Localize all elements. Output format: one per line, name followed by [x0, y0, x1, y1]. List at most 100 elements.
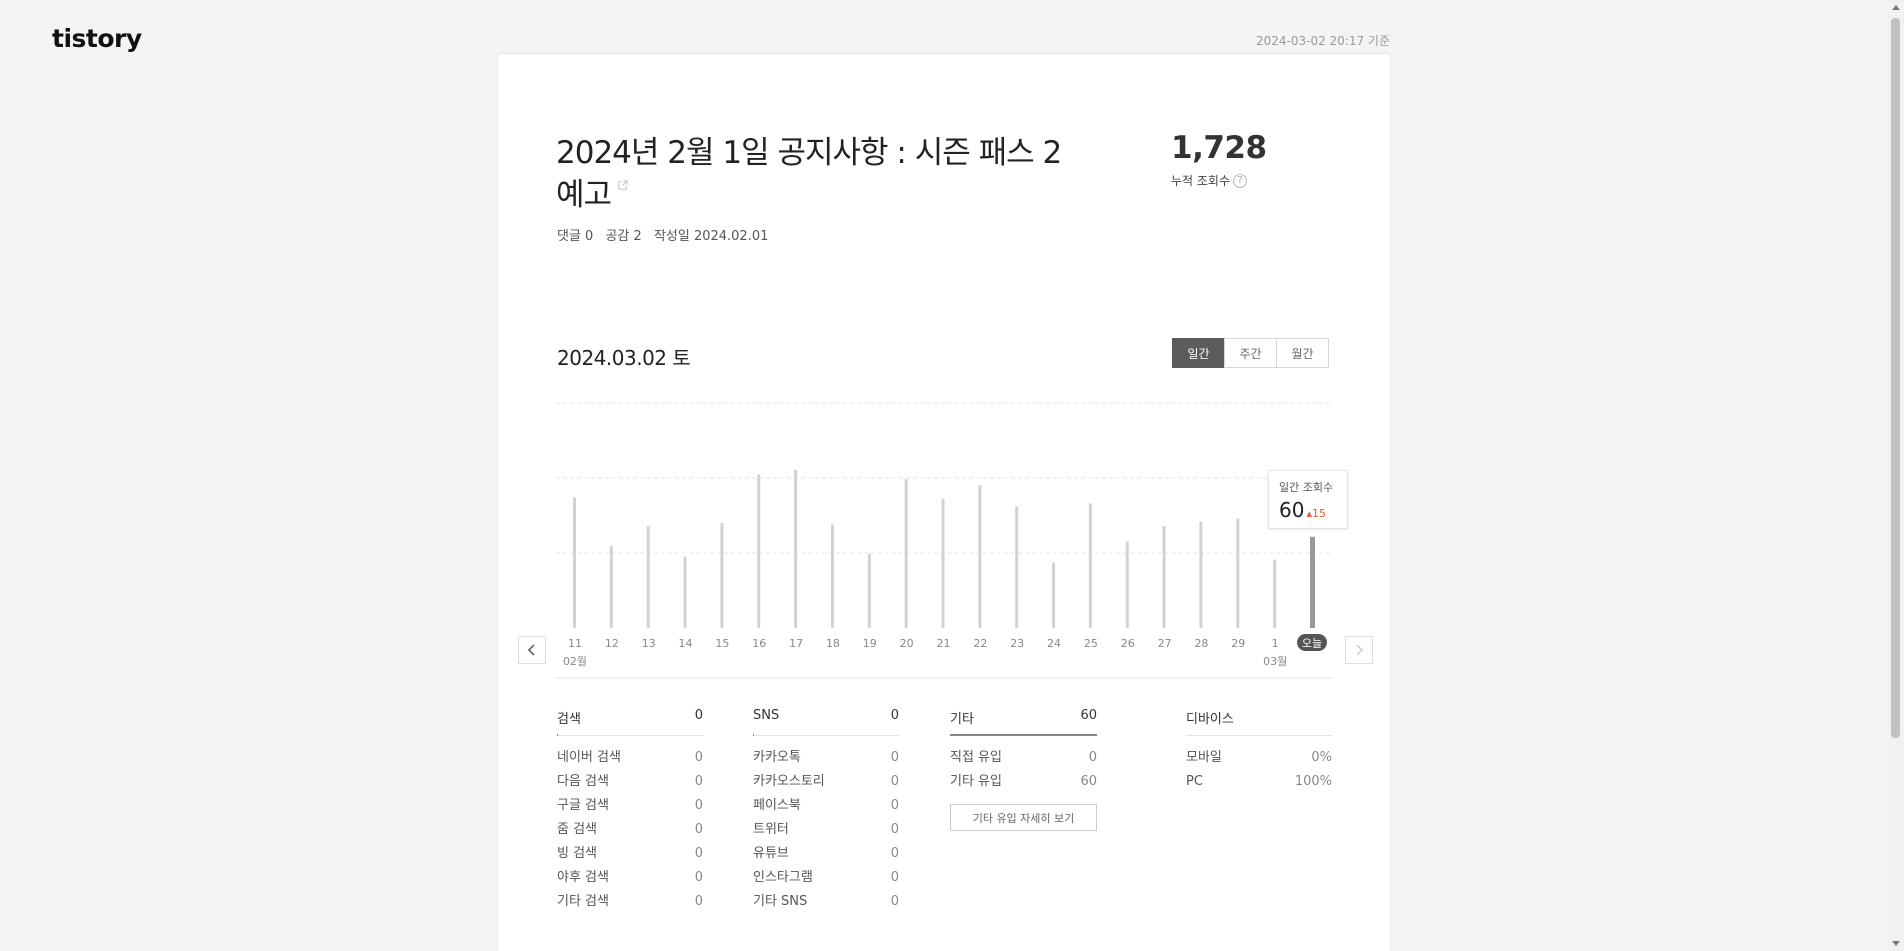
chart-bar[interactable]: [978, 485, 982, 628]
next-button[interactable]: [1345, 636, 1373, 664]
chart-bar[interactable]: [609, 545, 613, 628]
sns-row: 기타 SNS 0: [753, 894, 899, 909]
x-tick-label: 24: [1047, 637, 1061, 650]
tistory-logo[interactable]: tistory: [52, 24, 142, 53]
device-stats: 디바이스 모바일 0% PC 100%: [1186, 708, 1332, 794]
x-tick-label: 22: [973, 637, 987, 650]
prev-button[interactable]: [518, 636, 546, 664]
x-tick-label: 11: [568, 637, 582, 650]
scroll-thumb[interactable]: [1891, 18, 1900, 738]
chart-bar[interactable]: [1052, 562, 1056, 628]
search-total: 0: [694, 708, 703, 723]
month-label: 03월: [1263, 655, 1287, 668]
search-row: 구글 검색 0: [557, 798, 703, 813]
x-tick-label: 27: [1158, 637, 1172, 650]
device-row: PC 100%: [1186, 774, 1332, 789]
post-title[interactable]: 2024년 2월 1일 공지사항 : 시즌 패스 2 예고: [556, 132, 1096, 216]
chart-bar[interactable]: [646, 526, 650, 628]
x-tick-label: 오늘: [1302, 637, 1322, 650]
chart-bar[interactable]: [941, 498, 945, 628]
x-tick-label: 16: [752, 637, 766, 650]
search-row: 네이버 검색 0: [557, 750, 703, 765]
etc-title: 기타: [950, 712, 974, 727]
etc-row: 기타 유입 60: [950, 774, 1097, 789]
tooltip-label: 일간 조회수: [1279, 481, 1334, 494]
x-tick-label: 19: [863, 637, 877, 650]
chart-bar[interactable]: [1273, 559, 1277, 628]
x-tick-label: 28: [1194, 637, 1208, 650]
chart-bar[interactable]: [1015, 506, 1019, 628]
x-tick-label: 15: [715, 637, 729, 650]
chart-bar[interactable]: [1162, 526, 1166, 628]
chart-bar[interactable]: [720, 523, 724, 628]
chart-bar[interactable]: [1199, 521, 1203, 628]
post-date: 작성일 2024.02.01: [653, 229, 769, 244]
sns-total: 0: [890, 708, 899, 723]
chart-bar[interactable]: [1236, 518, 1240, 628]
search-row: 줌 검색 0: [557, 822, 703, 837]
external-link-icon[interactable]: [617, 180, 628, 191]
x-tick-label: 14: [679, 637, 693, 650]
x-tick-label: 25: [1084, 637, 1098, 650]
x-tick-label: 12: [605, 637, 619, 650]
scroll-down-icon[interactable]: [1892, 941, 1900, 946]
period-tabs: 일간 주간 월간: [1172, 338, 1329, 368]
search-row: 빙 검색 0: [557, 846, 703, 861]
sns-row: 인스타그램 0: [753, 870, 899, 885]
chart-bar[interactable]: [1310, 536, 1315, 628]
total-views-value: 1,728: [1171, 130, 1267, 166]
tooltip-delta: 15: [1311, 507, 1326, 520]
comment-count: 댓글 0: [557, 229, 594, 244]
chart-bar[interactable]: [904, 479, 908, 628]
etc-stats: 기타 60 직접 유입 0 기타 유입 60 기타 유입 자세히 보기: [950, 708, 1097, 831]
search-stats: 검색 0 네이버 검색 0 다음 검색 0 구글 검색 0 줌 검색 0 빙 검색 0 야후…: [557, 708, 703, 914]
tab-monthly[interactable]: 월간: [1276, 338, 1329, 368]
chevron-right-icon: [1356, 644, 1364, 656]
post-meta: 댓글 0 공감 2 작성일 2024.02.01: [557, 225, 776, 244]
like-count: 공감 2: [605, 229, 642, 244]
tab-daily[interactable]: 일간: [1172, 338, 1225, 368]
stats-card: 2024년 2월 1일 공지사항 : 시즌 패스 2 예고 댓글 0 공감 2 …: [497, 53, 1391, 951]
x-tick-label: 21: [937, 637, 951, 650]
chart-bar[interactable]: [757, 474, 761, 628]
chart-bar[interactable]: [1088, 503, 1092, 628]
x-tick-label: 29: [1231, 637, 1245, 650]
x-tick-label: 26: [1121, 637, 1135, 650]
search-title: 검색: [557, 712, 581, 727]
total-views-label: 누적 조회수: [1171, 174, 1231, 188]
etc-total: 60: [1080, 708, 1097, 723]
chart-bar[interactable]: [867, 553, 871, 628]
sns-row: 페이스북 0: [753, 798, 899, 813]
sns-row: 트위터 0: [753, 822, 899, 837]
etc-detail-button[interactable]: 기타 유입 자세히 보기: [950, 804, 1097, 831]
chart-bar[interactable]: [794, 469, 798, 628]
etc-bar: [950, 734, 1097, 736]
scrollbar[interactable]: [1887, 0, 1904, 951]
x-tick-label: 20: [900, 637, 914, 650]
x-tick-label: 18: [826, 637, 840, 650]
chart-bar[interactable]: [830, 524, 834, 628]
x-tick-label: 17: [789, 637, 803, 650]
help-icon[interactable]: ?: [1233, 173, 1248, 188]
month-label: 02월: [563, 655, 587, 668]
device-row: 모바일 0%: [1186, 750, 1332, 765]
chart-tooltip: 일간 조회수 60 ▴15: [1268, 470, 1348, 529]
sns-bar: [753, 734, 754, 736]
x-tick-label: 13: [642, 637, 656, 650]
tooltip-value: 60: [1279, 498, 1305, 522]
chart-bar[interactable]: [573, 497, 576, 628]
scroll-up-icon[interactable]: [1892, 5, 1900, 10]
timestamp: 2024-03-02 20:17 기준: [1255, 34, 1390, 48]
etc-row: 직접 유입 0: [950, 750, 1097, 765]
sns-stats: SNS 0 카카오톡 0 카카오스토리 0 페이스북 0 트위터 0 유튜브 0 인스타그램…: [753, 708, 899, 914]
chart-bar[interactable]: [1125, 541, 1129, 628]
chevron-left-icon: [527, 644, 535, 656]
tab-weekly[interactable]: 주간: [1224, 338, 1277, 368]
search-row: 다음 검색 0: [557, 774, 703, 789]
x-tick-label: 1: [1272, 637, 1279, 650]
search-bar: [557, 734, 558, 736]
device-title: 디바이스: [1186, 712, 1234, 727]
chart-bar[interactable]: [683, 556, 687, 628]
sns-row: 유튜브 0: [753, 846, 899, 861]
sns-row: 카카오스토리 0: [753, 774, 899, 789]
